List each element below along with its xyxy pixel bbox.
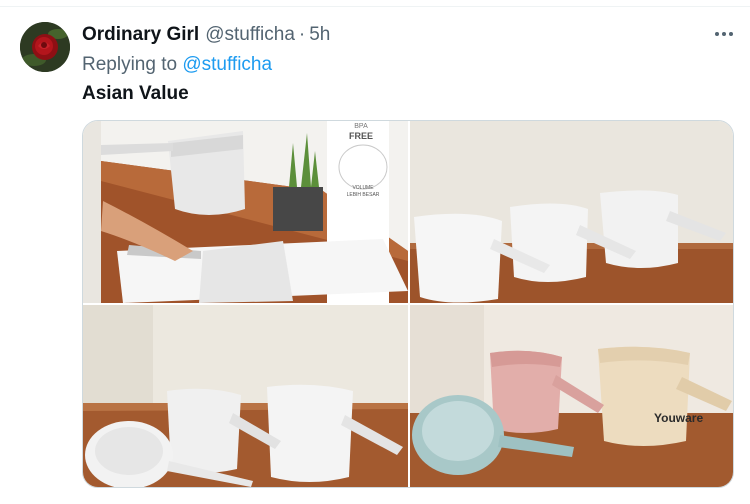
replying-to-mention[interactable]: @stufficha (182, 54, 272, 75)
media-image-3[interactable] (83, 305, 408, 487)
author-name[interactable]: Ordinary Girl (82, 24, 199, 46)
tweet-header: Ordinary Girl @stufficha · 5h (82, 24, 330, 46)
top-divider (0, 6, 750, 7)
replying-to-line: Replying to @stufficha (82, 54, 272, 76)
tweet-text: Asian Value (82, 83, 189, 104)
volume-sub-label: LEBIH BESAR (346, 192, 380, 198)
replying-to-label: Replying to (82, 54, 178, 75)
tweet-time[interactable]: 5h (309, 24, 330, 46)
media-image-1[interactable]: BPA FREE VOLUME LEBIH BESAR (83, 121, 408, 303)
rose-avatar-image (20, 22, 70, 72)
media-grid: BPA FREE VOLUME LEBIH BESAR Youware (82, 120, 734, 488)
brand-watermark: Youware (654, 411, 704, 425)
bpa-badge-top: BPA (354, 123, 368, 130)
media-image-2[interactable] (410, 121, 733, 303)
bpa-badge-main: FREE (348, 131, 373, 141)
separator-dot: · (298, 24, 306, 45)
avatar[interactable] (20, 22, 70, 72)
media-image-4[interactable]: Youware (410, 305, 733, 487)
author-handle[interactable]: @stufficha (205, 24, 295, 46)
volume-label: VOLUME (352, 185, 374, 191)
more-horizontal-icon[interactable] (712, 22, 736, 46)
